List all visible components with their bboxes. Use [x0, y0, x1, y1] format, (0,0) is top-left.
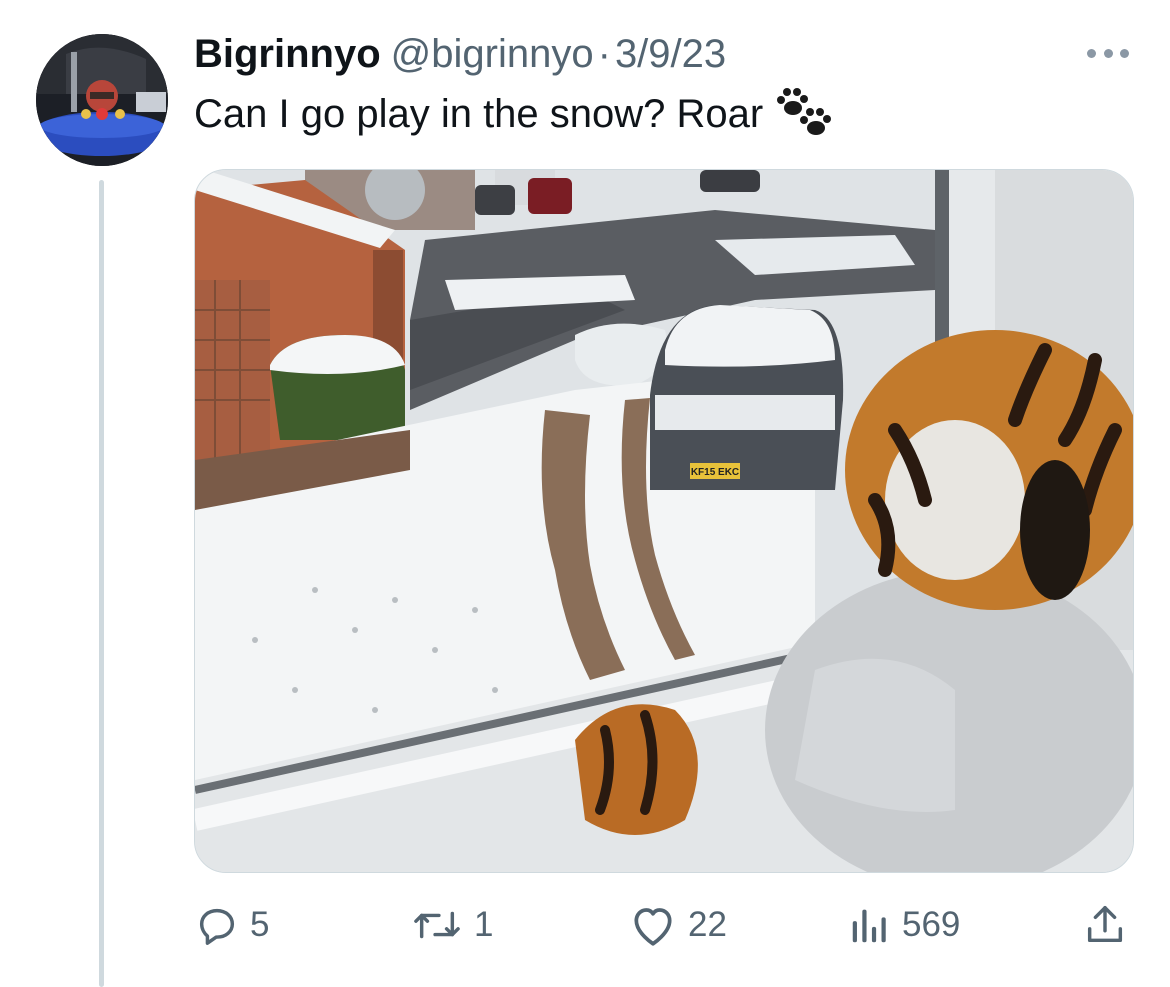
tweet-photo[interactable]: KF15 EKC	[194, 169, 1134, 873]
reply-count: 5	[250, 905, 270, 944]
like-button[interactable]: 22	[628, 895, 727, 955]
license-plate: KF15 EKC	[691, 467, 739, 478]
reply-button[interactable]: 5	[194, 895, 269, 955]
share-button[interactable]	[1082, 895, 1128, 955]
paw-prints-icon	[773, 86, 833, 142]
views-count: 569	[902, 905, 961, 944]
share-icon	[1087, 906, 1123, 943]
more-options-button[interactable]	[1083, 38, 1133, 68]
more-dot	[1103, 48, 1113, 58]
reply-icon	[199, 908, 235, 945]
tweet-actions-bar: 5 1 22 569	[0, 895, 1170, 955]
like-count: 22	[688, 905, 727, 944]
retweet-button[interactable]: 1	[410, 895, 493, 955]
heart-icon	[634, 908, 672, 946]
retweet-icon	[414, 911, 460, 939]
author-name[interactable]: Bigrinnyo	[194, 30, 381, 78]
tweet-date[interactable]: 3/9/23	[615, 30, 726, 78]
avatar-image	[36, 34, 168, 166]
thread-line	[99, 180, 104, 987]
author-handle[interactable]: @bigrinnyo	[391, 30, 594, 78]
header-separator: ·	[597, 32, 611, 76]
views-bar-chart-icon	[852, 909, 886, 943]
views-button[interactable]: 569	[848, 895, 960, 955]
more-dot	[1087, 48, 1096, 58]
more-dot	[1120, 48, 1129, 58]
tweet-text-row: Can I go play in the snow? Roar	[194, 88, 833, 140]
retweet-count: 1	[474, 905, 494, 944]
snow-street-photo: KF15 EKC	[195, 170, 1133, 872]
tweet-text: Can I go play in the snow? Roar	[194, 92, 764, 136]
tweet-header: Bigrinnyo @bigrinnyo · 3/9/23	[194, 30, 726, 78]
avatar[interactable]	[36, 34, 168, 166]
